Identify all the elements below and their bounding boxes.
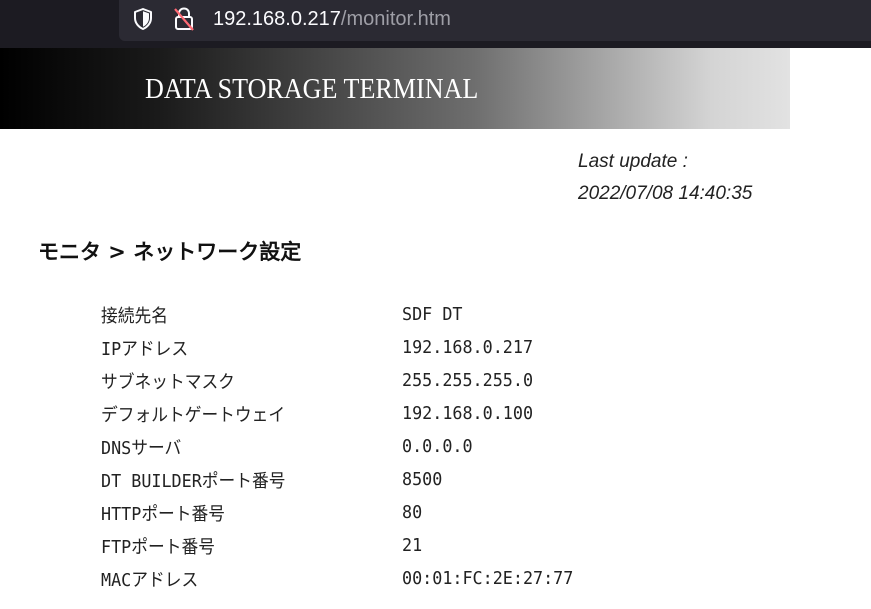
last-update-value: 2022/07/08 14:40:35	[578, 183, 753, 204]
settings-value: 255.255.255.0	[402, 370, 534, 391]
settings-label: DT BUILDERポート番号	[101, 470, 286, 492]
settings-row: 接続先名 SDF DT	[101, 298, 586, 331]
settings-label: IPアドレス	[101, 338, 189, 360]
settings-label: HTTPポート番号	[101, 503, 226, 525]
settings-value: SDF DT	[402, 304, 463, 325]
settings-value: 80	[402, 502, 423, 523]
browser-toolbar: 192.168.0.217/monitor.htm	[0, 0, 871, 48]
last-update: Last update : 2022/07/08 14:40:35	[578, 146, 752, 210]
url-text[interactable]: 192.168.0.217/monitor.htm	[213, 6, 451, 32]
settings-value: 192.168.0.100	[402, 403, 534, 424]
settings-label: DNSサーバ	[101, 437, 182, 459]
settings-value: 00:01:FC:2E:27:77	[402, 568, 574, 589]
settings-row: HTTPポート番号 80	[101, 496, 586, 529]
url-path: /monitor.htm	[340, 8, 451, 30]
settings-label: 接続先名	[101, 305, 168, 327]
settings-row: デフォルトゲートウェイ 192.168.0.100	[101, 397, 586, 430]
page-title: モニタ > ネットワーク設定	[38, 240, 302, 264]
settings-value: 8500	[402, 469, 443, 490]
settings-label: FTPポート番号	[101, 536, 215, 558]
settings-row: サブネットマスク 255.255.255.0	[101, 364, 586, 397]
shield-icon[interactable]	[131, 7, 155, 31]
settings-value: 21	[402, 535, 423, 556]
header-banner: DATA STORAGE TERMINAL	[0, 48, 790, 129]
settings-row: DT BUILDERポート番号 8500	[101, 463, 586, 496]
last-update-label: Last update :	[578, 151, 688, 172]
settings-row: DNSサーバ 0.0.0.0	[101, 430, 586, 463]
insecure-lock-icon[interactable]	[172, 6, 196, 32]
network-settings-table: 接続先名 SDF DT IPアドレス 192.168.0.217 サブネットマス…	[101, 298, 586, 595]
settings-row: MACアドレス 00:01:FC:2E:27:77	[101, 562, 586, 595]
banner-title: DATA STORAGE TERMINAL	[145, 73, 479, 105]
settings-row: IPアドレス 192.168.0.217	[101, 331, 586, 364]
settings-label: MACアドレス	[101, 569, 199, 591]
settings-label: サブネットマスク	[101, 371, 235, 393]
settings-row: FTPポート番号 21	[101, 529, 586, 562]
url-host: 192.168.0.217	[213, 8, 341, 30]
settings-value: 192.168.0.217	[402, 337, 534, 358]
settings-label: デフォルトゲートウェイ	[101, 404, 286, 426]
settings-value: 0.0.0.0	[402, 436, 473, 457]
